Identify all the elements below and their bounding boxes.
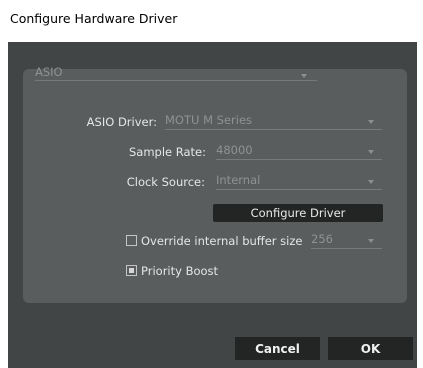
buffer-size-dropdown[interactable]: 256 <box>311 232 382 249</box>
chevron-down-icon <box>301 74 307 78</box>
driver-type-underline <box>35 80 317 81</box>
buffer-size-underline <box>311 248 382 249</box>
override-buffer-checkbox[interactable] <box>126 235 137 246</box>
dialog-body: ASIO ASIO Driver: MOTU M Series Sample R… <box>8 42 417 368</box>
priority-boost-label: Priority Boost <box>141 264 219 278</box>
chevron-down-icon <box>368 150 374 154</box>
asio-driver-underline <box>165 129 382 130</box>
buffer-size-value: 256 <box>311 232 333 246</box>
clock-source-label: Clock Source: <box>126 175 205 189</box>
clock-source-dropdown[interactable]: Internal <box>216 173 382 190</box>
sample-rate-value: 48000 <box>216 143 253 157</box>
asio-driver-label: ASIO Driver: <box>86 115 157 129</box>
priority-boost-checkbox[interactable] <box>126 265 137 276</box>
ok-button[interactable]: OK <box>328 337 413 360</box>
sample-rate-underline <box>216 159 382 160</box>
driver-type-dropdown[interactable]: ASIO <box>35 65 317 81</box>
chevron-down-icon <box>368 180 374 184</box>
asio-driver-dropdown[interactable]: MOTU M Series <box>165 113 382 130</box>
driver-settings-panel: ASIO ASIO Driver: MOTU M Series Sample R… <box>23 65 407 303</box>
asio-driver-value: MOTU M Series <box>165 113 253 127</box>
configure-driver-button[interactable]: Configure Driver <box>213 204 383 222</box>
driver-type-value: ASIO <box>35 65 63 79</box>
clock-source-value: Internal <box>216 173 261 187</box>
sample-rate-dropdown[interactable]: 48000 <box>216 143 382 160</box>
clock-source-underline <box>216 189 382 190</box>
sample-rate-label: Sample Rate: <box>128 145 206 159</box>
cancel-button[interactable]: Cancel <box>235 337 320 360</box>
window-title: Configure Hardware Driver <box>10 11 178 26</box>
override-buffer-label: Override internal buffer size <box>141 234 303 248</box>
chevron-down-icon <box>368 120 374 124</box>
chevron-down-icon <box>368 239 374 243</box>
